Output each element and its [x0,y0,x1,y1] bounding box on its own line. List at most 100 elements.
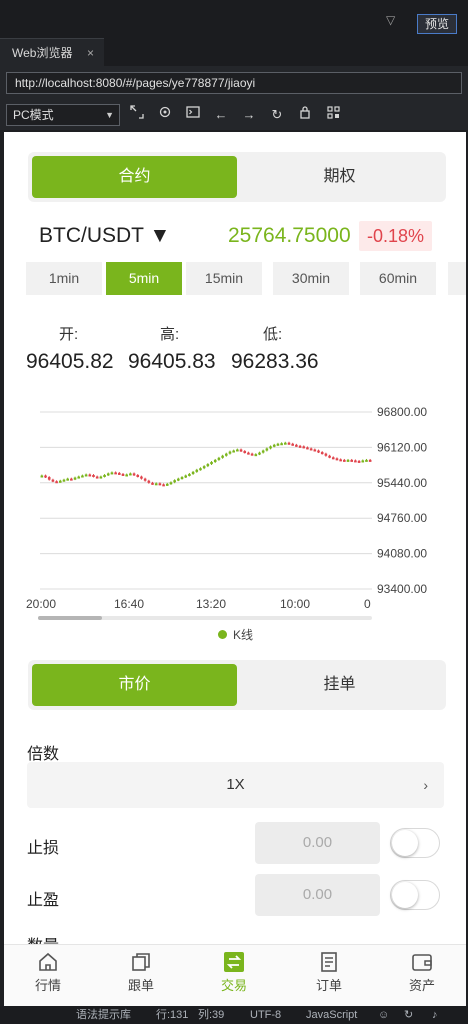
candle-body [239,449,243,452]
ide-status-bar: 语法提示库 行:131 列:39 UTF-8 JavaScript ☺ ↻ ♪ [0,1006,468,1024]
candle-body [217,457,221,460]
candle-body [114,472,117,475]
candle-body [47,477,51,480]
encoding[interactable]: UTF-8 [250,1006,281,1024]
screenshot-icon[interactable] [127,105,147,125]
back-arrow-icon[interactable]: ← [211,105,231,125]
candle-body [165,483,169,486]
multiplier-select[interactable]: 1X › [27,762,444,808]
syntax-hint[interactable]: 语法提示库 [76,1006,131,1024]
candle-body [213,459,217,462]
candle-body [302,446,306,449]
candle-body [324,453,328,456]
high-value: 96405.83 [128,350,216,373]
candle-body [191,471,195,474]
candle-body [58,480,62,483]
candle-body [88,474,92,477]
candle-body [287,442,291,445]
lock-icon[interactable] [295,105,315,125]
x-tick-label: 0 [364,597,371,611]
toggle-knob [392,830,418,856]
nav-trade[interactable]: 交易 [204,951,264,994]
forward-arrow-icon[interactable]: → [239,105,259,125]
tab-options[interactable]: 期权 [237,156,442,198]
candle-body [365,459,368,462]
candle-body [99,476,103,479]
interval-5min[interactable]: 5min [106,262,182,295]
tab-market[interactable]: 市价 [32,664,237,706]
nav-label: 跟单 [127,978,154,993]
bottom-nav: 行情 跟单 交易 订单 资产 [4,944,466,1006]
x-tick-label: 16:40 [114,597,144,611]
exchange-icon [224,952,244,972]
candle-body [62,479,66,482]
candle-body [125,474,128,477]
ide-tab-bar: Web浏览器 × [0,38,468,66]
candle-body [269,446,272,449]
tab-contract[interactable]: 合约 [32,156,237,198]
candle-body [243,451,247,454]
sync-icon[interactable]: ↻ [404,1006,413,1024]
stop-loss-input[interactable]: 0.00 [255,822,380,864]
candle-body [309,448,313,451]
price-change-badge: -0.18% [359,221,432,251]
interval-more[interactable] [448,262,466,295]
stop-loss-label: 止损 [27,840,60,857]
tab-web-browser[interactable]: Web浏览器 × [0,38,104,66]
account-icon[interactable]: ☺ [378,1006,389,1024]
interval-15min[interactable]: 15min [186,262,262,295]
chart-legend[interactable]: K线 [218,626,253,643]
bell-icon[interactable]: ♪ [432,1006,438,1024]
app-viewport: 合约 期权 BTC/USDT ▼ 25764.75000 -0.18% 1min… [4,132,466,1006]
console-icon[interactable] [183,105,203,125]
candle-body [132,473,136,476]
nav-assets[interactable]: 资产 [392,951,452,994]
candle-body [95,476,99,479]
low-label: 低: [263,326,283,343]
nav-orders[interactable]: 订单 [299,951,359,994]
tab-limit[interactable]: 挂单 [237,664,442,706]
y-tick-label: 96120.00 [377,440,427,454]
candle-body [44,475,47,478]
kline-chart[interactable]: 96800.00 96120.00 95440.00 94760.00 94080.00… [4,394,466,644]
candle-body [331,457,335,460]
url-input[interactable]: http://localhost:8080/#/pages/ye778877/j… [6,72,462,94]
candle-body [177,478,180,481]
filter-icon[interactable]: ▽ [386,14,398,26]
candle-body [224,453,228,456]
candle-body [84,474,88,477]
qrcode-icon[interactable] [323,105,343,125]
interval-60min[interactable]: 60min [360,262,436,295]
interval-30min[interactable]: 30min [273,262,349,295]
interval-1min[interactable]: 1min [26,262,102,295]
copy-icon [132,953,150,971]
stop-loss-toggle[interactable] [390,828,440,858]
candle-body [343,459,346,462]
refresh-icon[interactable]: ↻ [267,105,287,125]
candle-body [357,460,361,463]
chart-scroll-thumb [38,616,102,620]
take-profit-label: 止盈 [27,892,60,909]
mode-select[interactable]: PC模式 ▼ [6,104,120,126]
candle-body [66,478,69,481]
candle-body [129,473,132,476]
pair-selector[interactable]: BTC/USDT ▼ [39,224,170,248]
nav-label: 行情 [34,978,61,993]
home-icon [39,952,57,971]
candle-body [206,464,210,467]
candle-body [350,459,354,462]
language-mode[interactable]: JavaScript [306,1006,357,1024]
take-profit-toggle[interactable] [390,880,440,910]
chevron-right-icon: › [423,777,428,793]
nav-label: 资产 [408,978,435,993]
low-value: 96283.36 [231,350,319,373]
preview-button[interactable]: 预览 [417,14,457,34]
take-profit-input[interactable]: 0.00 [255,874,380,916]
settings-gear-icon[interactable] [155,105,175,125]
close-icon[interactable]: × [87,39,94,67]
nav-label: 订单 [315,978,342,993]
candle-body [232,450,235,453]
nav-market[interactable]: 行情 [18,951,78,994]
nav-copy-trade[interactable]: 跟单 [111,951,171,994]
wallet-icon [412,954,432,971]
